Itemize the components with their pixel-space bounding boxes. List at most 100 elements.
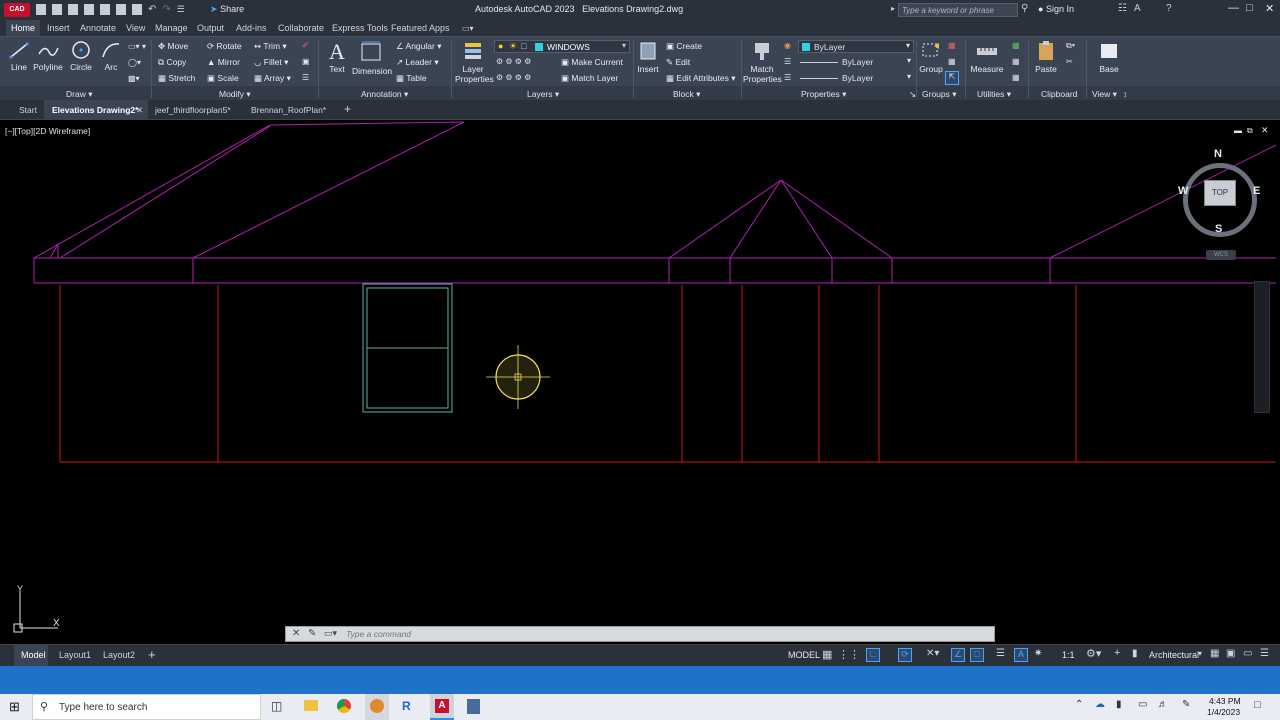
group-edit-icon[interactable]: ▦ <box>948 57 956 66</box>
layout-tab-model[interactable]: Model <box>21 650 46 660</box>
create-block-button[interactable]: ▣ Create <box>666 41 702 52</box>
tab-manage[interactable]: Manage <box>155 23 188 33</box>
elevation-drawing[interactable] <box>0 121 1280 644</box>
customization-icon[interactable]: ☰ <box>1260 648 1269 659</box>
linetype-dropdown[interactable]: ByLayer ▾ <box>798 56 914 69</box>
base-button[interactable]: Base <box>1096 40 1122 74</box>
annotation-scale[interactable]: 1:1 <box>1062 650 1075 660</box>
drawing-viewport[interactable]: [−][Top][2D Wireframe] ▬ ⧉ ✕ TOP N S W E… <box>0 121 1280 644</box>
insert-button[interactable]: Insert <box>635 40 661 74</box>
viewcube-top-face[interactable]: TOP <box>1204 180 1236 206</box>
fillet-button[interactable]: ◡ Fillet ▾ <box>254 57 288 68</box>
lineweight-dropdown[interactable]: ByLayer ▾ <box>798 72 914 85</box>
hardware-accel-icon[interactable]: ▮ <box>1132 648 1138 659</box>
navigation-bar[interactable] <box>1254 281 1270 413</box>
plot-icon[interactable] <box>132 4 142 15</box>
copy-button[interactable]: ⧉ Copy <box>158 57 186 68</box>
command-close-icon[interactable]: ✕ <box>292 628 300 639</box>
trim-button[interactable]: ↭ Trim ▾ <box>254 41 287 52</box>
help-icon[interactable]: ? <box>1166 3 1172 14</box>
leader-button[interactable]: ↗ Leader ▾ <box>396 57 439 68</box>
layer-tools-icons-2[interactable]: ⚙ ⚙ ⚙ ⚙ <box>496 73 531 82</box>
polyline-button[interactable]: Polyline <box>33 40 63 72</box>
ortho-icon[interactable]: ∟ <box>866 648 880 662</box>
tab-view[interactable]: View <box>126 23 145 33</box>
calculator-icon[interactable]: ▦ <box>1012 57 1020 66</box>
workspace-gear-icon[interactable]: ⚙▾ <box>1086 647 1101 660</box>
color-wheel-icon[interactable]: ◉ <box>784 41 791 50</box>
paste-button[interactable]: Paste <box>1033 40 1059 74</box>
doc-tab-elevations[interactable]: Elevations Drawing2* <box>52 105 138 115</box>
save-icon[interactable] <box>68 4 78 15</box>
clock-time[interactable]: 4:43 PM <box>1209 696 1241 706</box>
layout-tab-layout1[interactable]: Layout1 <box>59 650 91 660</box>
chrome-icon[interactable] <box>337 699 351 713</box>
measure-button[interactable]: Measure <box>970 40 1004 74</box>
match-properties-button[interactable]: Match Properties <box>743 40 782 84</box>
ribbon-toggle-icon[interactable]: ▭▾ <box>462 24 474 33</box>
compass-north[interactable]: N <box>1214 148 1222 160</box>
viewcube[interactable]: TOP N S W E <box>1178 148 1260 237</box>
array-button[interactable]: ▦ Array ▾ <box>254 73 291 84</box>
revit-icon[interactable]: R <box>402 699 411 713</box>
app-logo[interactable]: CAD <box>4 3 30 17</box>
match-layer-button[interactable]: ▣ Match Layer <box>561 73 618 84</box>
close-icon[interactable]: ✕ <box>1265 2 1274 15</box>
command-input[interactable]: Type a command <box>346 629 411 639</box>
sign-in-button[interactable]: ● Sign In <box>1038 4 1074 14</box>
stretch-button[interactable]: ▦ Stretch <box>158 73 195 84</box>
close-tab-icon[interactable]: ✕ <box>136 105 143 116</box>
units-dropdown[interactable]: Architectural <box>1149 650 1199 660</box>
clock-date[interactable]: 1/4/2023 <box>1207 707 1240 717</box>
share-button[interactable]: ➤ Share <box>210 4 244 15</box>
id-point-icon[interactable]: ▦ <box>1012 73 1020 82</box>
undo-icon[interactable]: ↶ <box>148 4 156 16</box>
rotate-button[interactable]: ⟳ Rotate <box>207 41 242 52</box>
properties-panel-title[interactable]: Properties ▾ <box>801 89 846 100</box>
layer-properties-button[interactable]: Layer Properties <box>455 40 494 84</box>
polar-icon[interactable]: ⟳ <box>898 648 912 662</box>
draw-panel-title[interactable]: Draw ▾ <box>66 89 92 100</box>
snap-icon[interactable]: ⋮⋮ <box>838 648 860 661</box>
taskbar-app-orange[interactable] <box>365 694 389 720</box>
save-web-icon[interactable] <box>116 4 126 15</box>
command-customize-icon[interactable]: ✎ <box>308 628 316 639</box>
line-button[interactable]: Line <box>8 40 30 72</box>
clipboard-panel-title[interactable]: Clipboard <box>1041 89 1077 99</box>
otrack-icon[interactable]: □ <box>970 648 984 662</box>
minimize-icon[interactable]: — <box>1228 2 1239 14</box>
grid-icon[interactable]: ▦ <box>822 648 832 661</box>
dimension-button[interactable]: Dimension <box>352 40 392 76</box>
utilities-panel-title[interactable]: Utilities ▾ <box>977 89 1011 100</box>
open-web-icon[interactable] <box>100 4 110 15</box>
scale-button[interactable]: ▣ Scale <box>207 73 239 84</box>
modify-panel-title[interactable]: Modify ▾ <box>219 89 251 100</box>
layout-tab-layout2[interactable]: Layout2 <box>103 650 135 660</box>
maximize-icon[interactable]: □ <box>1246 2 1253 14</box>
volume-icon[interactable]: ♬ <box>1158 699 1168 710</box>
calculator-app-icon[interactable] <box>467 699 480 714</box>
edit-block-button[interactable]: ✎ Edit <box>666 57 690 68</box>
tab-featured-apps[interactable]: Featured Apps <box>391 23 450 33</box>
lineweight-toggle-icon[interactable]: ☰ <box>996 648 1005 659</box>
tab-express-tools[interactable]: Express Tools <box>332 23 388 33</box>
taskbar-autocad[interactable]: A <box>430 694 454 720</box>
new-tab-icon[interactable]: + <box>344 102 351 116</box>
microphone-icon[interactable]: ▮ <box>1116 699 1122 710</box>
view-panel-pin-icon[interactable]: ↕ <box>1123 89 1127 99</box>
quick-properties-icon[interactable]: ▦ <box>1210 648 1219 659</box>
compass-south[interactable]: S <box>1215 223 1222 235</box>
table-button[interactable]: ▦ Table <box>396 73 427 84</box>
autodesk-a360-icon[interactable]: A <box>1134 3 1141 14</box>
hatch-icon[interactable]: ◯▾ <box>128 58 141 67</box>
tab-collaborate[interactable]: Collaborate <box>278 23 324 33</box>
doc-tab-thirdfloorplan[interactable]: jeef_thirdfloorplan5* <box>155 105 231 115</box>
new-icon[interactable] <box>36 4 46 15</box>
binoculars-icon[interactable]: ⚲ <box>1021 3 1028 14</box>
annotation-panel-title[interactable]: Annotation ▾ <box>361 89 408 100</box>
wcs-menu[interactable]: WCS <box>1206 250 1236 260</box>
workspace-icon[interactable]: ☰ <box>177 4 185 16</box>
help-search-input[interactable]: Type a keyword or phrase <box>898 3 1018 17</box>
boundary-icon[interactable]: ▩▾ <box>128 74 140 83</box>
list-icon[interactable]: ☰ <box>784 73 791 82</box>
